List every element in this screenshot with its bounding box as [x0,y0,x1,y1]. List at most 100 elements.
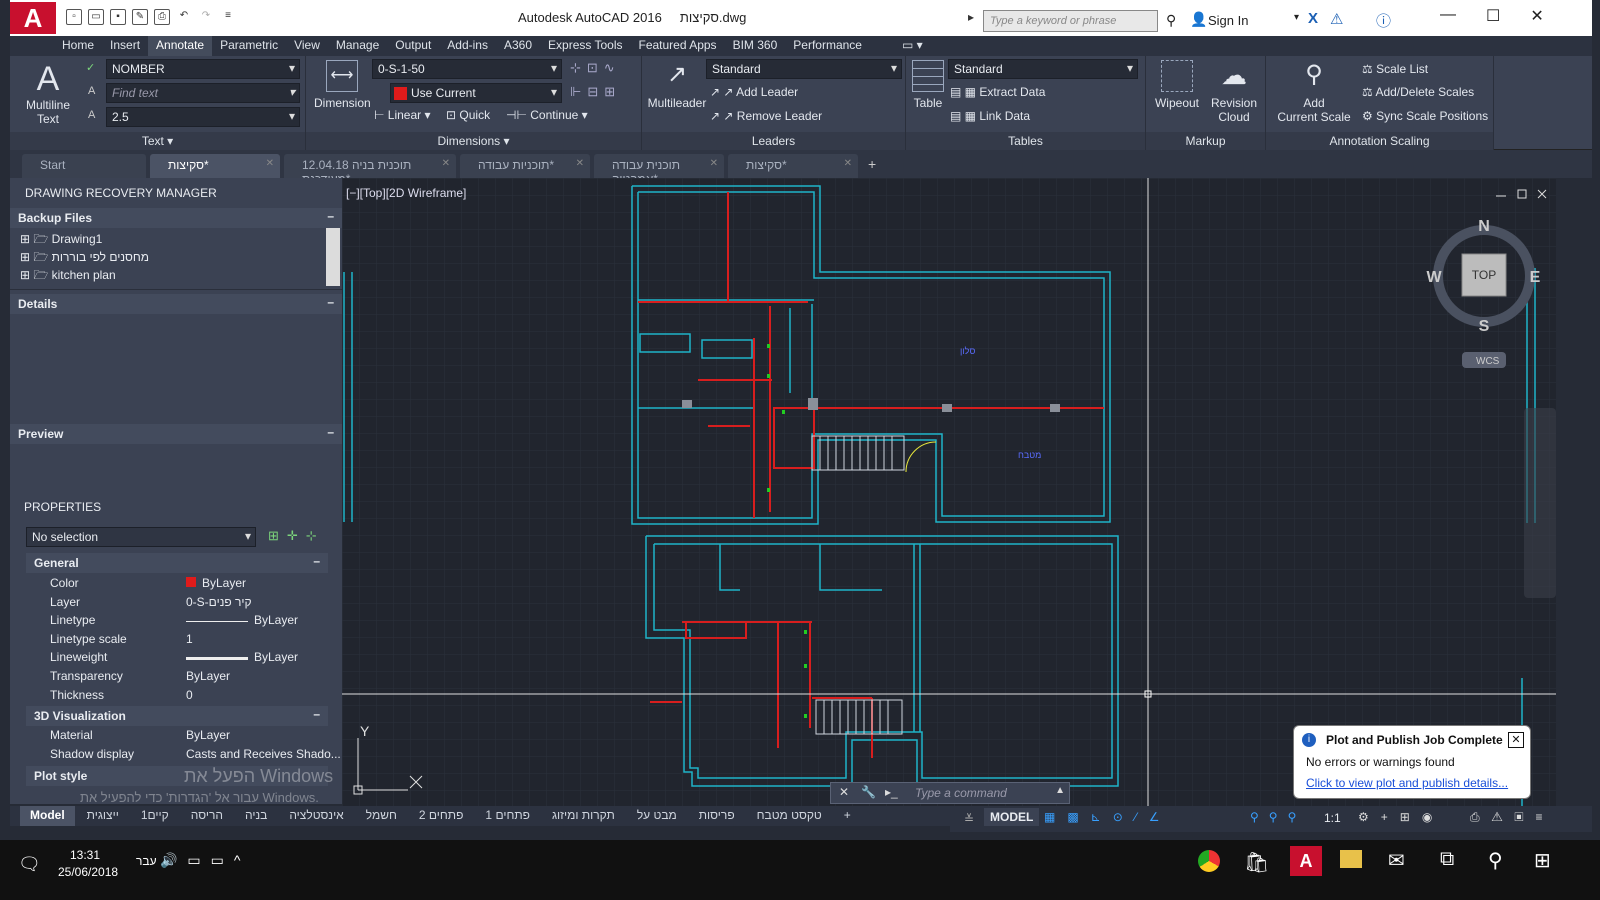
ribbon-options-icon[interactable]: ▭ ▾ [894,36,931,56]
property-value[interactable]: ByLayer [186,669,230,683]
navigation-bar[interactable] [1524,408,1556,598]
check-spelling-icon[interactable]: ✓ [86,61,95,74]
3d-visualization-section[interactable]: 3D Visualization – [26,706,328,726]
command-history-icon[interactable]: ▲ [1055,785,1065,796]
annotation-icons[interactable]: ⚲⚲⚲ [1250,810,1306,824]
application-menu-button[interactable]: A [10,2,56,34]
layout-tab-0[interactable]: Model [20,806,75,826]
doc-tab-5[interactable]: סקיצות* ✕ [728,154,858,178]
file-explorer-icon[interactable] [1340,850,1362,868]
chrome-icon[interactable] [1198,850,1220,872]
wipeout-button[interactable]: Wipeout [1152,60,1202,110]
property-value[interactable]: ByLayer [186,650,298,664]
sign-in-button[interactable]: Sign In [1208,13,1248,28]
open-file-icon[interactable]: ▭ [88,9,104,25]
close-icon[interactable]: ✕ [1530,6,1543,26]
compass-east[interactable]: E [1530,269,1541,286]
scale-list-button[interactable]: ⚖ Scale List [1362,62,1428,76]
task-view-icon[interactable]: ⧉ [1440,848,1454,871]
property-value[interactable]: ByLayer [186,576,246,590]
backup-files-section[interactable]: Backup Files – [10,208,342,228]
remove-leader-button[interactable]: ↗ ↗ Remove Leader [710,109,822,123]
close-notification-icon[interactable]: ✕ [1508,732,1524,748]
link-data-button[interactable]: ▤ ▦ Link Data [950,109,1030,123]
sync-scale-positions-button[interactable]: ⚙ Sync Scale Positions [1362,109,1488,123]
plot-icon[interactable]: ⎙ [154,9,170,25]
help-icon[interactable]: ⓘ [1376,10,1391,31]
doc-tab-1[interactable]: סקיצות* ✕ [150,154,280,178]
quick-button[interactable]: ⊡ Quick [446,108,490,122]
tables-panel-title[interactable]: Tables [906,132,1145,150]
find-text-input[interactable]: Find text [106,83,300,103]
dimension-button[interactable]: ⟷ Dimension [314,60,371,110]
property-value[interactable]: Casts and Receives Shado... [186,747,341,761]
table-button[interactable]: Table [908,60,948,110]
layout-tab-5[interactable]: אינסטלציה [279,806,353,826]
save-icon[interactable]: ▪ [110,9,126,25]
layout-tab-9[interactable]: תקרות ומיזוג [542,806,625,826]
command-prompt-icon[interactable]: ▸_ [885,785,898,799]
layout-list-icon[interactable]: ≚ [964,812,974,826]
sign-in-dropdown-icon[interactable]: ▾ [1294,12,1299,23]
user-icon[interactable]: 👤 [1190,11,1207,28]
doc-tab-3[interactable]: תוכניות עבודה* ✕ [460,154,590,178]
selection-select[interactable]: No selection [26,527,256,547]
customize-qat-icon[interactable]: ≡ [220,9,236,25]
property-value[interactable]: 0 [186,688,193,702]
ribbon-tab-featured-apps[interactable]: Featured Apps [631,36,725,56]
dim-layer-select[interactable]: Use Current [390,83,562,103]
clock-date[interactable]: 25/06/2018 [58,865,118,879]
close-tab-icon[interactable]: ✕ [710,158,718,169]
general-section[interactable]: General – [26,553,328,573]
property-value[interactable]: 1 [186,632,193,646]
system-tray-icons[interactable]: 🔊▭▭^ [160,852,250,869]
compass-west[interactable]: W [1426,269,1442,286]
close-command-icon[interactable]: ✕ [839,785,849,799]
minimize-icon[interactable]: — [1440,6,1456,26]
property-value[interactable]: 0-S-קיר פנים [186,595,252,609]
ribbon-tab-insert[interactable]: Insert [102,36,148,56]
property-value[interactable]: ByLayer [186,613,298,627]
leader-style-select[interactable]: Standard [706,59,902,79]
mail-icon[interactable]: ✉ [1388,848,1405,873]
layout-tab-1[interactable]: ייצוגית [77,806,129,826]
clock-time[interactable]: 13:31 [70,848,100,862]
drawing-canvas[interactable]: סלון מטבח Y TOP N S W E WCS [−][Top][2D … [342,178,1556,806]
ribbon-tab-add-ins[interactable]: Add-ins [439,36,496,56]
dim-style-select[interactable]: 0-S-1-50 [372,59,562,79]
save-as-icon[interactable]: ✎ [132,9,148,25]
start-icon[interactable]: ⊞ [1534,848,1551,873]
collapse-icon[interactable]: – [327,295,334,309]
preview-section[interactable]: Preview – [10,424,342,444]
language-indicator[interactable]: עבר [136,854,157,868]
text-style-select[interactable]: NOMBER [106,59,300,79]
tree-item-drawing1[interactable]: ⊞ 🗁 Drawing1 [10,228,342,246]
binoculars-icon[interactable]: ⚲ [1166,12,1176,29]
new-file-icon[interactable]: ▫ [66,9,82,25]
redo-icon[interactable]: ↷ [198,9,214,25]
layout-tab-8[interactable]: פתחים 1 [475,806,540,826]
ribbon-tab-home[interactable]: Home [54,36,102,56]
plot-details-link[interactable]: Click to view plot and publish details..… [1306,776,1508,790]
action-center-icon[interactable]: 🗨 [18,854,41,875]
doc-tab-0[interactable]: Start [22,154,146,178]
search-expand-icon[interactable]: ▸ [968,10,974,24]
annotation-scale[interactable]: 1:1 [1324,811,1341,825]
doc-tab-4[interactable]: תוכנית עבודה אמבטיה*✕ [594,154,724,186]
workspace-icons[interactable]: ⚙+⊞◉ [1358,810,1444,824]
text-panel-title[interactable]: Text ▾ [10,132,305,150]
ribbon-tab-performance[interactable]: Performance [785,36,870,56]
backup-scrollbar[interactable] [326,228,340,286]
extract-data-button[interactable]: ▤ ▦ Extract Data [950,85,1045,99]
details-section[interactable]: Details – [10,294,342,314]
close-tab-icon[interactable]: ✕ [266,158,274,169]
ribbon-tab-bim-360[interactable]: BIM 360 [725,36,786,56]
continue-button[interactable]: ⊣⊢ Continue ▾ [506,108,588,122]
layout-tab-2[interactable]: קיים1 [131,806,179,826]
new-tab-button[interactable]: + [862,156,882,178]
property-value[interactable]: ByLayer [186,728,230,742]
search-input[interactable]: Type a keyword or phrase [983,10,1158,32]
dim-tools-icons[interactable]: ⊹⊡∿ [570,60,621,76]
add-current-scale-button[interactable]: ⚲ Add Current Scale [1272,60,1356,124]
layout-tab-3[interactable]: הריסה [181,806,233,826]
